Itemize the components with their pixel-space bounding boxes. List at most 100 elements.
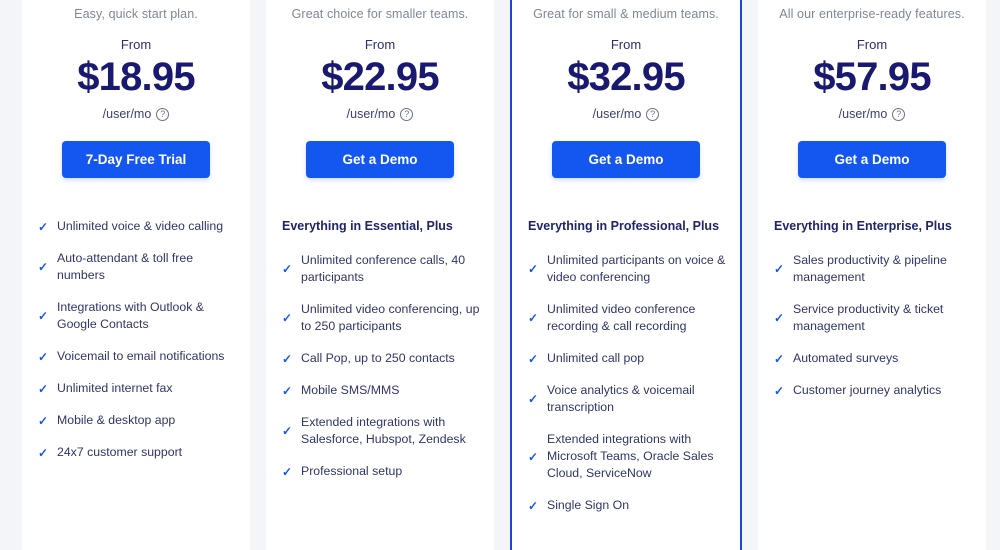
check-icon: ✓ — [282, 464, 293, 479]
feature-label: Unlimited voice & video calling — [57, 219, 224, 233]
feature-list: Everything in Enterprise, Plus ✓ Sales pro… — [772, 218, 972, 399]
card-gutter-1 — [250, 0, 266, 550]
plan-tagline: All our enterprise-ready features. — [779, 7, 965, 21]
card-gutter-3 — [742, 0, 758, 550]
pricing-card-3: Great for small & medium teams. From $32.9… — [510, 0, 742, 550]
feature-label: 24x7 customer support — [57, 445, 183, 459]
plan-cta-button[interactable]: Get a Demo — [306, 141, 454, 178]
feature-item: ✓ Extended integrations with Microsoft Te… — [526, 431, 726, 482]
question-mark-circle-icon[interactable]: ? — [892, 107, 906, 121]
feature-item: ✓ Automated surveys — [772, 350, 972, 367]
feature-item: ✓ Unlimited video conferencing, up to 250… — [280, 301, 480, 335]
feature-label: Mobile SMS/MMS — [301, 383, 400, 397]
feature-item: ✓ Mobile SMS/MMS — [280, 382, 480, 399]
check-icon: ✓ — [774, 351, 785, 366]
plan-price: $22.95 — [321, 55, 439, 99]
feature-list-heading: Everything in Essential, Plus — [282, 219, 453, 233]
feature-label: Automated surveys — [793, 351, 899, 365]
price-period: /user/mo? — [280, 106, 480, 122]
price-from-label: From — [120, 37, 152, 52]
check-icon: ✓ — [282, 383, 293, 398]
question-mark-circle-icon[interactable]: ? — [646, 107, 660, 121]
check-icon: ✓ — [38, 309, 49, 323]
plan-price: $32.95 — [567, 55, 685, 99]
check-icon: ✓ — [38, 349, 49, 364]
feature-item: ✓ Service productivity & ticket managemen… — [772, 301, 972, 335]
check-icon: ✓ — [774, 311, 785, 325]
feature-label: Customer journey analytics — [793, 383, 942, 397]
feature-item: ✓ Unlimited video conference recording & … — [526, 301, 726, 335]
feature-label: Professional setup — [301, 464, 403, 478]
feature-item: ✓ Mobile & desktop app — [36, 412, 236, 429]
feature-label: Sales productivity & pipeline management — [793, 253, 947, 284]
cta-container: 7-Day Free Trial — [36, 141, 236, 178]
feature-item: ✓ Unlimited participants on voice & video… — [526, 252, 726, 286]
feature-item: ✓ Call Pop, up to 250 contacts — [280, 350, 480, 367]
plan-cta-button[interactable]: 7-Day Free Trial — [62, 141, 210, 178]
question-mark-circle-icon[interactable]: ? — [400, 107, 414, 121]
feature-label: Extended integrations with Microsoft Tea… — [547, 432, 714, 480]
price-period: /user/mo? — [772, 106, 972, 122]
feature-label: Unlimited participants on voice & video … — [547, 253, 726, 284]
feature-label: Unlimited call pop — [547, 351, 645, 365]
feature-list-heading: Everything in Professional, Plus — [528, 219, 720, 233]
feature-list: Everything in Essential, Plus ✓ Unlimited … — [280, 218, 480, 480]
check-icon: ✓ — [528, 351, 539, 366]
check-icon: ✓ — [38, 219, 49, 234]
feature-label: Unlimited video conference recording & c… — [547, 302, 696, 333]
feature-item: ✓ Unlimited internet fax — [36, 380, 236, 397]
price-period-label: /user/mo — [102, 107, 152, 121]
feature-label: Single Sign On — [547, 498, 630, 512]
pricing-card-4: All our enterprise-ready features. From $5… — [758, 0, 986, 550]
feature-item: ✓ Voicemail to email notifications — [36, 348, 236, 365]
feature-label: Voice analytics & voicemail transcriptio… — [547, 383, 695, 414]
feature-item: ✓ Professional setup — [280, 463, 480, 480]
plan-cta-button[interactable]: Get a Demo — [552, 141, 700, 178]
feature-label: Unlimited conference calls, 40 participa… — [301, 253, 466, 284]
check-icon: ✓ — [38, 413, 49, 428]
cta-container: Get a Demo — [280, 141, 480, 178]
plan-tagline: Great for small & medium teams. — [533, 7, 719, 21]
feature-item: ✓ Sales productivity & pipeline managemen… — [772, 252, 972, 286]
check-icon: ✓ — [528, 262, 539, 276]
check-icon: ✓ — [38, 260, 49, 274]
price-from-label: From — [364, 37, 396, 52]
plan-cta-button[interactable]: Get a Demo — [798, 141, 946, 178]
feature-list-heading: Everything in Enterprise, Plus — [774, 219, 952, 233]
feature-label: Unlimited internet fax — [57, 381, 173, 395]
check-icon: ✓ — [528, 392, 539, 406]
question-mark-circle-icon[interactable]: ? — [156, 107, 170, 121]
check-icon: ✓ — [774, 383, 785, 398]
card-gutter-2 — [494, 0, 510, 550]
check-icon: ✓ — [528, 449, 539, 464]
check-icon: ✓ — [528, 498, 539, 513]
price-from-label: From — [856, 37, 888, 52]
feature-label: Extended integrations with Salesforce, H… — [301, 415, 466, 446]
price-period: /user/mo? — [36, 106, 236, 122]
price-period: /user/mo? — [526, 106, 726, 122]
price-period-label: /user/mo — [346, 107, 396, 121]
pricing-card-1: Easy, quick start plan. From $18.95/user/m… — [22, 0, 250, 550]
feature-list: ✓ Unlimited voice & video calling ✓ Auto-at… — [36, 218, 236, 461]
pricing-plans-grid: Easy, quick start plan. From $18.95/user/m… — [0, 0, 1000, 550]
feature-label: Voicemail to email notifications — [57, 349, 225, 363]
feature-item: ✓ Single Sign On — [526, 497, 726, 514]
check-icon: ✓ — [38, 381, 49, 396]
feature-label: Unlimited video conferencing, up to 250 … — [301, 302, 480, 333]
price-period-label: /user/mo — [592, 107, 642, 121]
price-from-label: From — [610, 37, 642, 52]
feature-label: Auto-attendant & toll free numbers — [57, 251, 194, 282]
feature-item: ✓ Extended integrations with Salesforce, … — [280, 414, 480, 448]
check-icon: ✓ — [528, 311, 539, 325]
plan-price: $18.95 — [77, 55, 195, 99]
check-icon: ✓ — [282, 351, 293, 366]
feature-item: ✓ Voice analytics & voicemail transcripti… — [526, 382, 726, 416]
feature-label: Call Pop, up to 250 contacts — [301, 351, 455, 365]
plan-tagline: Easy, quick start plan. — [74, 7, 198, 21]
plan-tagline: Great choice for smaller teams. — [291, 7, 469, 21]
check-icon: ✓ — [282, 424, 293, 438]
feature-item: ✓ Integrations with Outlook & Google Cont… — [36, 299, 236, 333]
feature-item: ✓ Auto-attendant & toll free numbers — [36, 250, 236, 284]
feature-item: ✓ 24x7 customer support — [36, 444, 236, 461]
feature-label: Mobile & desktop app — [57, 413, 176, 427]
